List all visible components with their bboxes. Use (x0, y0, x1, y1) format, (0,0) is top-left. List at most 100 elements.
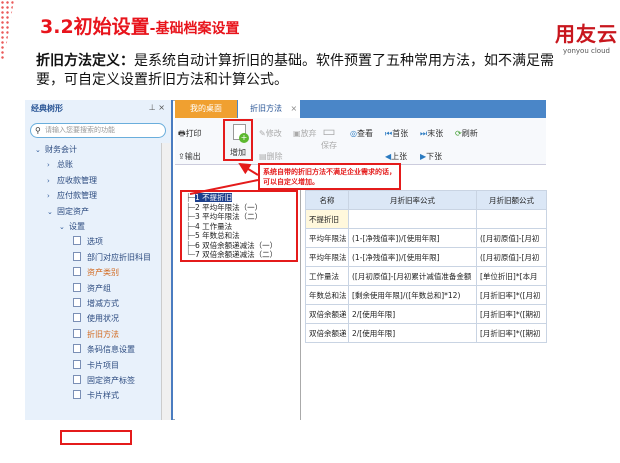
document-icon (73, 282, 81, 292)
close-icon[interactable]: × (158, 103, 165, 112)
column-header[interactable]: 名称 (305, 190, 349, 210)
table-cell: 2/[使用年限] (348, 323, 477, 343)
refresh-button[interactable]: ⟳刷新 (455, 128, 478, 139)
page-title: 3.2初始设置-基础档案设置 (40, 16, 240, 38)
first-button[interactable]: ⏮首张 (385, 128, 408, 139)
document-icon (73, 375, 81, 384)
prev-button[interactable]: ◀上张 (385, 151, 407, 162)
chevron-down-icon[interactable]: ⌄ (47, 205, 57, 219)
method-tree-item[interactable]: ├─3 平均年限法（二） (186, 212, 292, 222)
tree-item-label: 部门对应折旧科目 (87, 252, 151, 262)
scrollbar[interactable] (161, 143, 171, 420)
tree-item-label: 条码信息设置 (87, 345, 135, 355)
tree-item[interactable]: 条码信息设置 (73, 343, 135, 357)
tab-bar: 我的桌面 折旧方法 × (175, 100, 546, 118)
chevron-down-icon[interactable]: ⌄ (35, 143, 45, 157)
tree-item[interactable]: ⌄ 财务会计 (35, 143, 77, 157)
toolbar: 🖶打印 ⇪输出 + 增加 ✎修改 ▤删除 ▣放弃 ▭ 保存 ◎查看 ⏮首张 ⏭末张… (175, 118, 546, 165)
tree-item[interactable]: 资产组 (73, 282, 111, 296)
discard-button[interactable]: ▣放弃 (293, 128, 317, 139)
tree-item[interactable]: 折旧方法 (73, 328, 119, 342)
table-cell: ([月初原值]-[月初 (476, 228, 547, 248)
last-button[interactable]: ⏭末张 (420, 128, 443, 139)
tab-depreciation-method[interactable]: 折旧方法 × (238, 100, 300, 118)
edit-button[interactable]: ✎修改 (259, 128, 282, 139)
tree-item[interactable]: 增减方式 (73, 297, 119, 311)
tree-item-label: 设置 (69, 222, 85, 231)
column-header[interactable]: 月折旧额公式 (476, 190, 547, 210)
tree-item[interactable]: › 应付款管理 (47, 189, 97, 203)
tree-connector: ├─ (186, 212, 196, 221)
print-button[interactable]: 🖶打印 (178, 128, 202, 142)
column-header[interactable]: 月折旧率公式 (348, 190, 477, 210)
table-row[interactable]: 平均年限法 (1-[净残值率])/[使用年限] ([月初原值]-[月初 (305, 228, 547, 248)
table-row[interactable]: 不提折旧 (305, 209, 547, 229)
search-input[interactable]: ⚲ 请输入您要搜索的功能 (30, 123, 166, 138)
sidebar-title: 经典树形 (31, 104, 63, 113)
chevron-right-icon[interactable]: › (47, 158, 57, 172)
pin-icon[interactable]: ⊥ (149, 103, 156, 112)
table-row[interactable]: 双倍余额递 2/[使用年限] [月折旧率]*([期初 (305, 304, 547, 324)
method-tree-item[interactable]: ├─2 平均年限法（一） (186, 203, 292, 213)
tree-item-label: 应收款管理 (57, 175, 97, 185)
tree-item[interactable]: 固定资产标签 (73, 374, 135, 388)
description: 折旧方法定义：是系统自动计算折旧的基础。软件预置了五种常用方法，如不满足需要，可… (36, 53, 554, 88)
tree-item[interactable]: 资产类别 (73, 266, 119, 280)
table-cell: [剩余使用年限]/([年数总和]*12) (348, 285, 477, 305)
tree-item-label: 应付款管理 (57, 191, 97, 201)
tree-connector: ├─ (186, 231, 196, 240)
table-row[interactable]: 年数总和法 [剩余使用年限]/([年数总和]*12) [月折旧率]*([月初 (305, 285, 547, 305)
document-icon (73, 328, 81, 338)
table-cell: 2/[使用年限] (348, 304, 477, 324)
save-icon: ▭ (322, 124, 336, 140)
add-button[interactable]: + 增加 (223, 119, 253, 161)
tree-item-label: 总账 (57, 160, 73, 170)
table-cell: [月折旧率]*([月初 (476, 285, 547, 305)
save-button[interactable]: ▭ 保存 (321, 124, 337, 151)
chevron-right-icon[interactable]: › (47, 174, 57, 188)
chevron-right-icon[interactable]: › (47, 189, 57, 203)
method-tree-item[interactable]: ├─5 年数总和法 (186, 231, 292, 241)
export-button[interactable]: ⇪输出 (178, 151, 201, 162)
close-tab-icon[interactable]: × (291, 104, 298, 113)
document-icon (73, 267, 81, 277)
table-row[interactable]: 工作量法 ([月初原值]-[月初累计减值准备金额 [单位折旧]*[本月 (305, 266, 547, 286)
method-tree-item[interactable]: └─7 双倍余额递减法（二） (186, 250, 292, 260)
tree-item[interactable]: 使用状况 (73, 312, 119, 326)
logo: 用友云 yonyou cloud (555, 22, 618, 55)
chevron-down-icon[interactable]: ⌄ (59, 220, 69, 234)
tree-item-label: 使用状况 (87, 314, 119, 324)
document-icon (73, 344, 81, 354)
tree-connector: ├─ (186, 202, 196, 212)
tree-connector: ├─ (186, 221, 196, 231)
tree-item[interactable]: ⌄ 固定资产 (47, 205, 89, 219)
method-tree-item[interactable]: ├─4 工作量法 (186, 222, 292, 232)
tab-desktop[interactable]: 我的桌面 (175, 100, 237, 118)
table-cell (476, 209, 547, 229)
next-button[interactable]: ▶下张 (420, 151, 442, 162)
add-icon: + (233, 124, 249, 143)
tree-item-label: 财务会计 (45, 145, 77, 154)
table-row[interactable]: 平均年限法 (1-[净残值率])/[使用年限] ([月初原值]-[月初 (305, 247, 547, 267)
tree-item-label: 资产组 (87, 283, 111, 293)
tree-connector: └─ (186, 250, 196, 259)
tree-item[interactable]: 卡片样式 (73, 389, 119, 403)
tree-item[interactable]: 卡片项目 (73, 359, 119, 373)
tree-connector: ├─ (186, 193, 196, 202)
tree-item[interactable]: ⌄ 设置 (59, 220, 85, 234)
tree-item[interactable]: 部门对应折旧科目 (73, 251, 151, 265)
document-icon (73, 251, 81, 261)
tree-item[interactable]: › 总账 (47, 158, 73, 172)
delete-button[interactable]: ▤删除 (259, 151, 283, 162)
table-cell: 不提折旧 (305, 209, 349, 229)
method-tree-item[interactable]: ├─1 不提折旧 (186, 193, 292, 203)
table-row[interactable]: 双倍余额递 2/[使用年限] [月折旧率]*([期初 (305, 323, 547, 343)
table-cell: 双倍余额递 (305, 323, 349, 343)
table-cell: [月折旧率]*([期初 (476, 304, 547, 324)
document-icon (73, 390, 81, 400)
table-cell: 年数总和法 (305, 285, 349, 305)
method-tree-item[interactable]: ├─6 双倍余额递减法（一） (186, 241, 292, 251)
view-button[interactable]: ◎查看 (350, 128, 373, 139)
tree-item[interactable]: › 应收款管理 (47, 174, 97, 188)
tree-item[interactable]: 选项 (73, 235, 103, 249)
